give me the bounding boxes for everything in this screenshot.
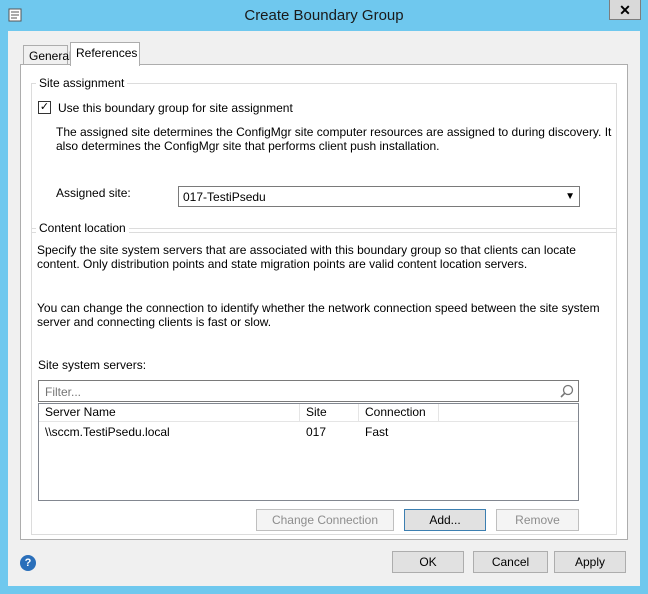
site-assignment-checkbox-label: Use this boundary group for site assignm…: [58, 101, 293, 115]
column-header-connection[interactable]: Connection: [359, 404, 439, 421]
column-header-site[interactable]: Site: [300, 404, 359, 421]
site-cell: 017: [306, 425, 327, 439]
references-panel: Site assignment ✓ Use this boundary grou…: [20, 64, 628, 540]
chevron-down-icon: ▼: [565, 191, 575, 202]
assigned-site-label: Assigned site:: [56, 186, 131, 200]
cancel-button[interactable]: Cancel: [473, 551, 548, 573]
assigned-site-dropdown[interactable]: 017-TestiPsedu ▼: [178, 186, 580, 207]
content-location-description-2: You can change the connection to identif…: [37, 301, 600, 329]
dialog-client-area: General References Site assignment ✓ Use…: [8, 31, 640, 586]
content-location-description-1: Specify the site system servers that are…: [37, 243, 576, 271]
change-connection-button[interactable]: Change Connection: [256, 509, 394, 531]
apply-button[interactable]: Apply: [554, 551, 626, 573]
site-system-servers-label: Site system servers:: [38, 358, 147, 372]
ok-button[interactable]: OK: [392, 551, 464, 573]
site-assignment-checkbox[interactable]: ✓: [38, 101, 51, 114]
search-icon[interactable]: [560, 384, 574, 398]
remove-button[interactable]: Remove: [496, 509, 579, 531]
filter-input[interactable]: [43, 384, 547, 400]
add-button[interactable]: Add...: [404, 509, 486, 531]
dialog-window: Create Boundary Group ✕ General Referenc…: [0, 0, 648, 594]
filter-input-box[interactable]: [38, 380, 579, 402]
close-button[interactable]: ✕: [609, 0, 641, 20]
title-bar: Create Boundary Group ✕: [0, 0, 648, 30]
assigned-site-value: 017-TestiPsedu: [183, 190, 266, 204]
tab-general[interactable]: General: [23, 45, 72, 65]
site-servers-list[interactable]: Server Name Site Connection \\sccm.Testi…: [38, 403, 579, 501]
content-location-group: Content location Specify the site system…: [31, 221, 617, 535]
site-assignment-legend: Site assignment: [36, 76, 128, 90]
connection-cell: Fast: [365, 425, 389, 439]
site-assignment-group: Site assignment ✓ Use this boundary grou…: [31, 76, 617, 233]
tab-references[interactable]: References: [70, 42, 140, 66]
site-assignment-description: The assigned site determines the ConfigM…: [56, 125, 612, 153]
content-location-legend: Content location: [36, 221, 129, 235]
column-header-server-name[interactable]: Server Name: [39, 404, 300, 421]
list-header: Server Name Site Connection: [39, 404, 578, 422]
window-title: Create Boundary Group: [244, 7, 404, 24]
server-name-cell: \\sccm.TestiPsedu.local: [45, 425, 170, 439]
help-icon[interactable]: ?: [20, 555, 36, 571]
